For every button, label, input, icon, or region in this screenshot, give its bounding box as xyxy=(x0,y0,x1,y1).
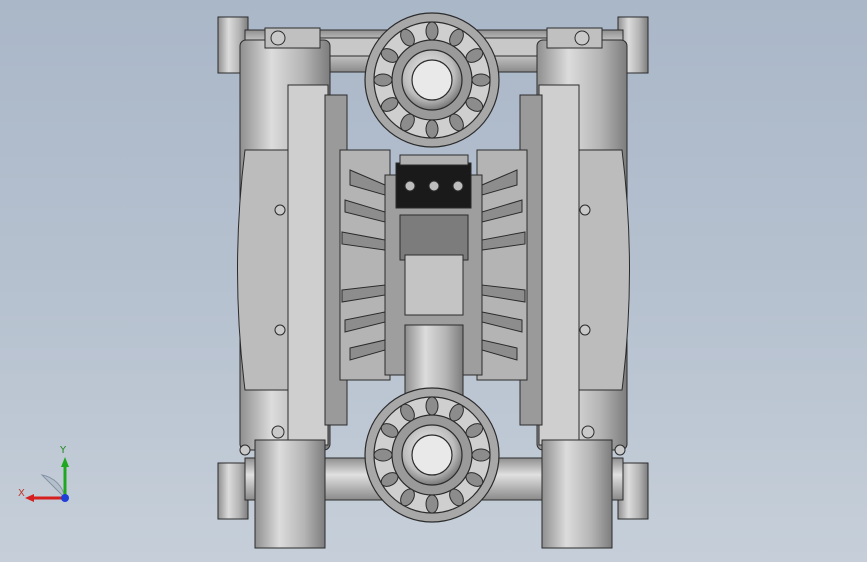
coordinate-triad: X Y xyxy=(18,445,69,502)
center-body xyxy=(384,154,483,396)
pump-model-3d[interactable] xyxy=(0,0,867,562)
flange-slot xyxy=(425,119,439,139)
flange-slot xyxy=(471,448,491,462)
y-axis-arrowhead-icon xyxy=(61,457,69,467)
triad-plane-icon xyxy=(40,474,66,500)
flange-slot xyxy=(373,448,393,462)
flange-slot xyxy=(471,73,491,87)
flange-slot xyxy=(373,73,393,87)
y-axis-label: Y xyxy=(59,445,67,456)
flange-slot xyxy=(425,494,439,514)
x-axis-label: X xyxy=(18,488,25,499)
graphics-viewport[interactable]: X Y xyxy=(0,0,867,562)
flange-slot xyxy=(425,396,439,416)
x-axis-arrowhead-icon xyxy=(25,494,34,502)
flange-slot xyxy=(425,21,439,41)
z-axis-dot-icon xyxy=(61,494,69,502)
